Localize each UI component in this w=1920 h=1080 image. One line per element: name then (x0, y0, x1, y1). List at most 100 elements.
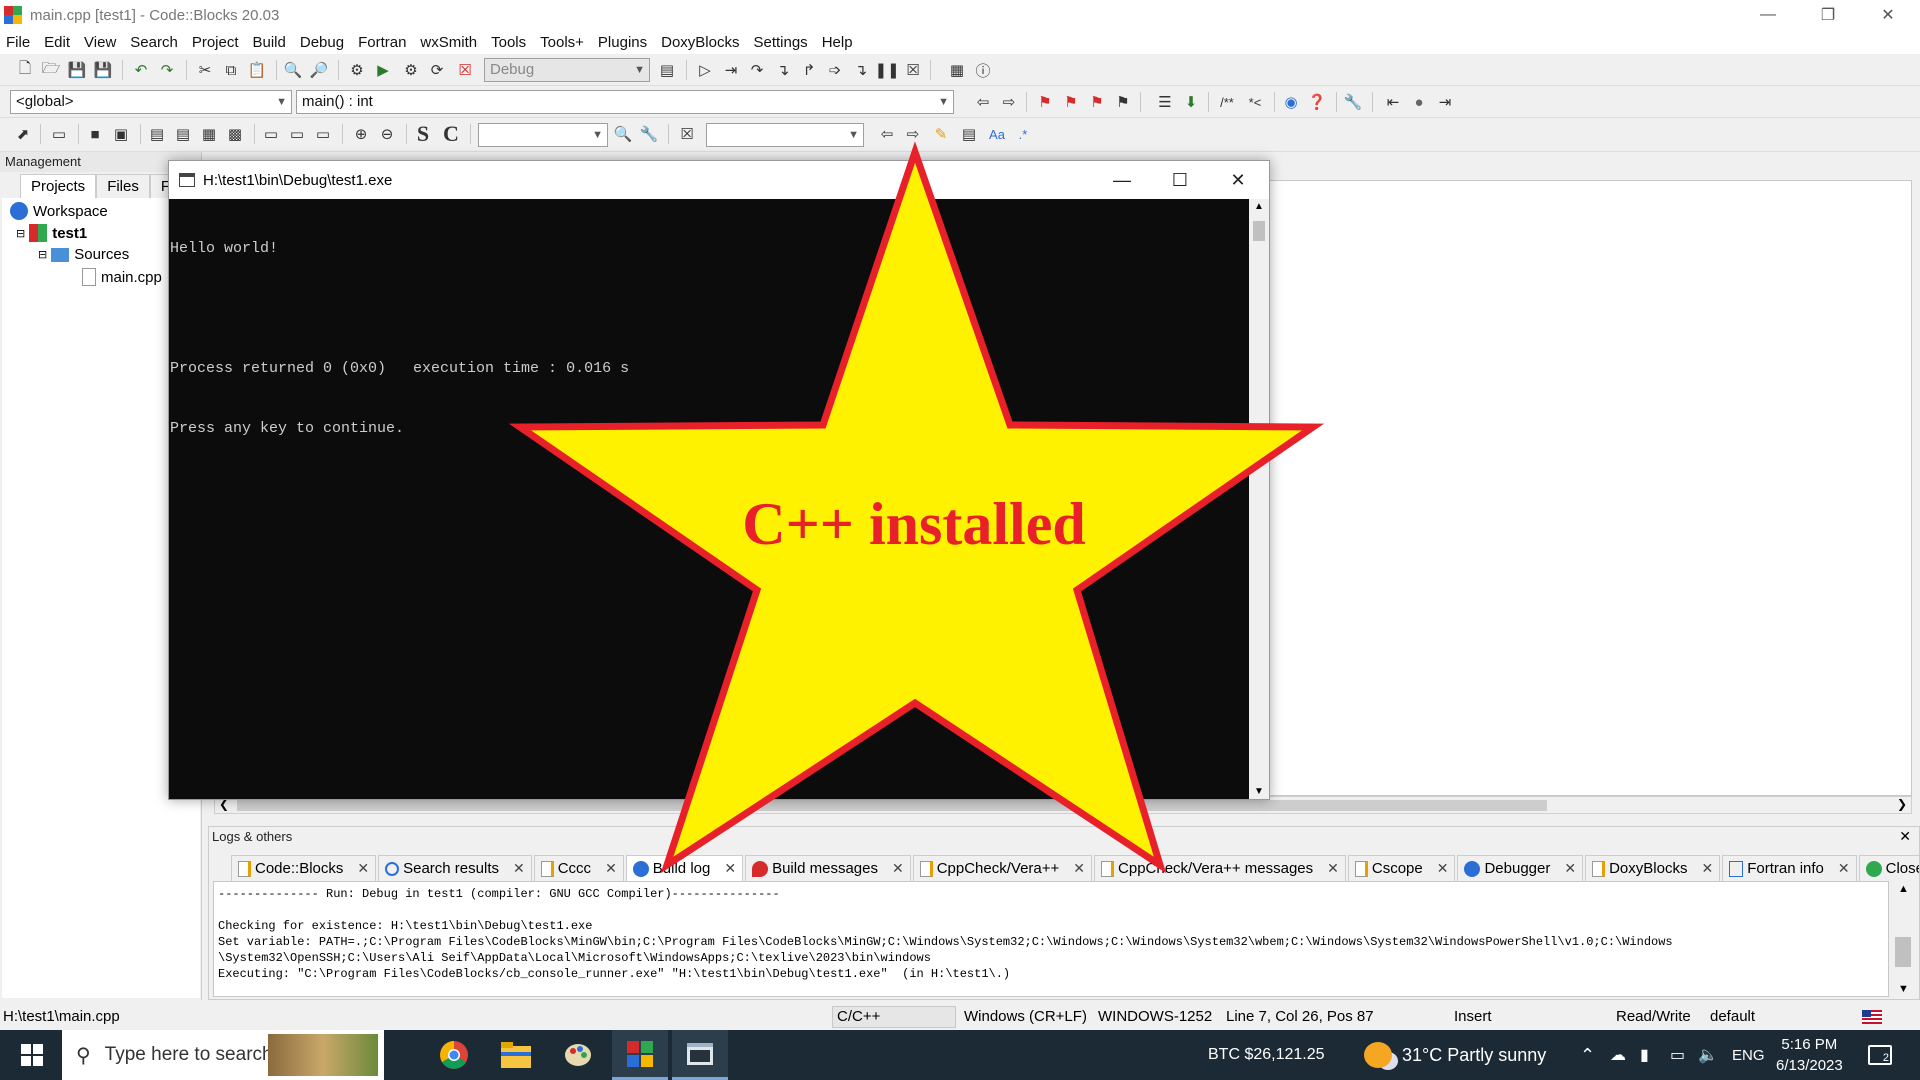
block-comment-icon[interactable]: /** (1216, 91, 1238, 113)
zoom-out-icon[interactable]: ⊖ (376, 123, 398, 145)
box-h-icon[interactable]: ▤ (146, 123, 168, 145)
log-tab-doxyblocks[interactable]: DoxyBlocks ✕ (1585, 855, 1721, 881)
debug-windows-icon[interactable]: ▦ (946, 59, 968, 81)
logs-close-icon[interactable]: ✕ (1899, 828, 1911, 845)
tab-close-icon[interactable]: ✕ (1437, 860, 1449, 877)
split-icon[interactable]: ▣ (110, 123, 132, 145)
menu-item-file[interactable]: File (6, 34, 30, 51)
tab-close-icon[interactable]: ✕ (1073, 860, 1085, 877)
function-select[interactable]: main() : int ▼ (296, 90, 954, 114)
c-icon[interactable]: C (440, 121, 462, 146)
scroll-up-icon[interactable]: ▲ (1254, 201, 1264, 212)
menu-item-debug[interactable]: Debug (300, 34, 344, 51)
save-all-icon[interactable]: 💾 (92, 59, 114, 81)
tab-close-icon[interactable]: ✕ (605, 860, 617, 877)
regex-icon[interactable]: .* (1012, 123, 1034, 145)
notifications-icon[interactable]: 2 (1868, 1030, 1892, 1080)
search-combo[interactable]: ▼ (478, 123, 608, 147)
find-next-icon[interactable]: ⇨ (902, 123, 924, 145)
build-run-icon[interactable]: ⚙ (400, 59, 422, 81)
rect-icon[interactable]: ▭ (260, 123, 282, 145)
goto-start-icon[interactable]: ⇤ (1382, 91, 1404, 113)
next-bookmark-icon[interactable]: ⚑ (1086, 91, 1108, 113)
scrollbar-thumb[interactable] (1253, 221, 1265, 241)
jump-back-icon[interactable]: ⇦ (972, 91, 994, 113)
chrome-icon[interactable] (426, 1030, 482, 1080)
cut-icon[interactable]: ✂ (194, 59, 216, 81)
menu-item-view[interactable]: View (84, 34, 116, 51)
tree-item-sources[interactable]: ⊟ Sources (38, 246, 129, 263)
menu-item-settings[interactable]: Settings (753, 34, 807, 51)
weather-widget[interactable]: 31°C Partly sunny (1364, 1030, 1546, 1080)
menu-item-build[interactable]: Build (253, 34, 286, 51)
find-prev-icon[interactable]: ⇦ (876, 123, 898, 145)
console-vertical-scrollbar[interactable]: ▲ ▼ (1249, 199, 1269, 799)
panel-icon[interactable]: ▭ (48, 123, 70, 145)
scroll-right-icon[interactable]: ❯ (1897, 797, 1907, 811)
volume-icon[interactable]: 🔈 (1698, 1030, 1718, 1080)
rect-left-icon[interactable]: ▭ (286, 123, 308, 145)
tab-close-icon[interactable]: ✕ (1564, 860, 1576, 877)
log-tab-search-results[interactable]: Search results ✕ (378, 855, 532, 881)
paste-icon[interactable]: 📋 (246, 59, 268, 81)
show-hidden-icons-icon[interactable]: ⌃ (1580, 1030, 1595, 1080)
rect-right-icon[interactable]: ▭ (312, 123, 334, 145)
tab-projects[interactable]: Projects (20, 174, 97, 198)
rebuild-icon[interactable]: ⟳ (426, 59, 448, 81)
match-case-icon[interactable]: Aa (986, 123, 1008, 145)
zoom-in-icon[interactable]: ⊕ (350, 123, 372, 145)
btc-ticker[interactable]: BTC $26,121.25 (1208, 1030, 1325, 1080)
html-icon[interactable]: ◉ (1280, 91, 1302, 113)
clear-icon[interactable]: ☒ (676, 123, 698, 145)
step-out-icon[interactable]: ↱ (798, 59, 820, 81)
stack-icon[interactable]: ☰ (1154, 91, 1176, 113)
console-maximize-button[interactable]: ☐ (1151, 161, 1209, 199)
battery-icon[interactable]: ▮ (1640, 1030, 1649, 1080)
log-tab-fortran-info[interactable]: Fortran info ✕ (1722, 855, 1857, 881)
menu-item-wxsmith[interactable]: wxSmith (420, 34, 477, 51)
find-icon[interactable]: 🔍 (282, 59, 304, 81)
box-v-icon[interactable]: ▤ (172, 123, 194, 145)
scrollbar-thumb[interactable] (1895, 937, 1911, 967)
logs-vertical-scrollbar[interactable]: ▲ ▼ (1891, 881, 1915, 997)
console-taskbar-icon[interactable] (672, 1030, 728, 1080)
clear-bookmarks-icon[interactable]: ⚑ (1112, 91, 1134, 113)
network-icon[interactable]: ☁ (1610, 1030, 1626, 1080)
step-instruction-icon[interactable]: ↴ (850, 59, 872, 81)
build-gear-icon[interactable]: ⚙ (346, 59, 368, 81)
s-icon[interactable]: S (412, 121, 434, 146)
new-file-icon[interactable]: 🗋 (14, 59, 36, 81)
menu-item-plugins[interactable]: Plugins (598, 34, 647, 51)
menu-item-project[interactable]: Project (192, 34, 239, 51)
save-icon[interactable]: 💾 (66, 59, 88, 81)
tree-item-main-cpp[interactable]: main.cpp (82, 268, 162, 286)
tab-close-icon[interactable]: ✕ (1701, 860, 1713, 877)
replace-icon[interactable]: 🔎 (308, 59, 330, 81)
log-tab-close[interactable]: Close (1858, 855, 1919, 881)
step-into-icon[interactable]: ↴ (772, 59, 794, 81)
line-comment-icon[interactable]: *< (1244, 91, 1266, 113)
menu-item-search[interactable]: Search (130, 34, 178, 51)
menu-item-tools[interactable]: Tools (491, 34, 526, 51)
help-icon[interactable]: ❓ (1306, 91, 1328, 113)
menu-item-help[interactable]: Help (822, 34, 853, 51)
copy-icon[interactable]: ⧉ (220, 59, 242, 81)
abort-icon[interactable]: ☒ (454, 59, 476, 81)
tab-close-icon[interactable]: ✕ (513, 860, 525, 877)
open-folder-icon[interactable]: 🗁 (40, 59, 62, 81)
build-options-icon[interactable]: ▤ (656, 59, 678, 81)
tab-close-icon[interactable]: ✕ (1838, 860, 1850, 877)
goto-end-icon[interactable]: ⇥ (1434, 91, 1456, 113)
tree-item-project[interactable]: ⊟ test1 (16, 224, 87, 242)
menu-item-fortran[interactable]: Fortran (358, 34, 406, 51)
download-icon[interactable]: ⬇ (1180, 91, 1202, 113)
build-target-select[interactable]: Debug ▼ (484, 58, 650, 82)
windows-start-icon[interactable] (4, 1030, 60, 1080)
paint-icon[interactable] (550, 1030, 606, 1080)
scroll-down-icon[interactable]: ▼ (1898, 983, 1909, 995)
next-line-icon[interactable]: ↷ (746, 59, 768, 81)
codeblocks-taskbar-icon[interactable] (612, 1030, 668, 1080)
tree-item-workspace[interactable]: Workspace (10, 202, 108, 220)
tab-files[interactable]: Files (96, 174, 150, 198)
menu-item-tools[interactable]: Tools+ (540, 34, 584, 51)
